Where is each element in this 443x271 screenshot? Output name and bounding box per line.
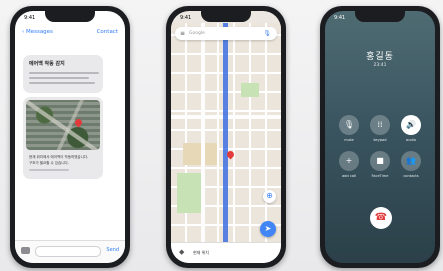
back-button[interactable]: ‹ Messages [22,29,53,35]
notch [355,11,405,22]
message-input[interactable] [35,246,101,257]
location-pin-icon [73,117,84,128]
message-input-bar: Send [15,240,125,263]
phone-call: 9:41 홍길동 23:41 🎙 mute ⁞⁞ keypad 🔊 audio … [320,6,440,268]
status-time: 9:41 [334,15,346,21]
messages-screen: 9:41 ‹ Messages Contact 에어백 작동 감지 현재 위치에… [15,11,125,263]
text-line [29,82,95,84]
mute-label: mute [344,138,354,142]
map-bottom-bar: ◆ 현재 위치 [171,242,281,263]
notch [201,11,251,22]
mute-button[interactable]: 🎙 [339,115,359,135]
park-area [177,173,203,213]
audio-button[interactable]: 🔊 [401,115,421,135]
phone-messages: 9:41 ‹ Messages Contact 에어백 작동 감지 현재 위치에… [10,6,130,268]
text-line [29,77,89,79]
send-button[interactable]: Send [106,247,119,253]
navigation-icon[interactable]: ◆ [179,248,184,256]
notch [45,11,95,22]
bubble-title: 에어백 작동 감지 [29,61,65,67]
back-label: Messages [25,29,53,35]
add-call-label: add call [341,174,357,178]
camera-icon[interactable] [21,247,30,254]
map-caption-1: 현재 위치에서 에어백이 작동하였습니다. [29,155,89,159]
block-area [183,143,217,165]
compass-icon[interactable]: ⊕ [263,190,276,203]
menu-icon[interactable]: ≡ [180,30,185,37]
mic-icon[interactable]: 🎙 [263,30,271,37]
contacts-label: contacts [403,174,419,178]
contacts-button[interactable]: 👥 [401,151,421,171]
status-time: 9:41 [24,15,36,21]
text-line [29,169,69,171]
text-line [29,72,99,74]
map-screen: 9:41 ≡ Google 🎙 ⊕ ➤ ◆ 현재 위치 [171,11,281,263]
street-map[interactable] [171,23,281,253]
phone-map: 9:41 ≡ Google 🎙 ⊕ ➤ ◆ 현재 위치 [166,6,286,268]
add-call-button[interactable]: + [339,151,359,171]
keypad-button[interactable]: ⁞⁞ [370,115,390,135]
satellite-map-image[interactable] [26,100,100,150]
caller-name: 홍길동 [366,52,394,62]
call-screen: 9:41 홍길동 23:41 🎙 mute ⁞⁞ keypad 🔊 audio … [325,11,435,263]
directions-fab[interactable]: ➤ [260,221,276,237]
status-time: 9:41 [180,15,192,21]
bottom-label: 현재 위치 [193,250,209,255]
messages-nav-bar: ‹ Messages Contact [15,25,125,41]
call-duration: 23:41 [373,63,387,68]
map-caption-2: 구조가 필요할 수 있습니다. [29,161,69,165]
facetime-label: FaceTime [371,174,389,178]
highway-route [223,23,228,243]
location-map-card[interactable]: 현재 위치에서 에어백이 작동하였습니다. 구조가 필요할 수 있습니다. [23,97,103,179]
contact-button[interactable]: Contact [97,29,118,35]
map-search-bar[interactable]: ≡ Google 🎙 [175,27,277,40]
facetime-button[interactable]: ■ [370,151,390,171]
audio-label: audio [406,138,416,142]
keypad-label: keypad [373,138,387,142]
message-bubble[interactable]: 에어백 작동 감지 [23,55,103,93]
end-call-button[interactable]: ☎ [370,207,392,229]
park-area [241,83,259,97]
road [201,23,205,253]
search-placeholder: Google [189,31,205,36]
